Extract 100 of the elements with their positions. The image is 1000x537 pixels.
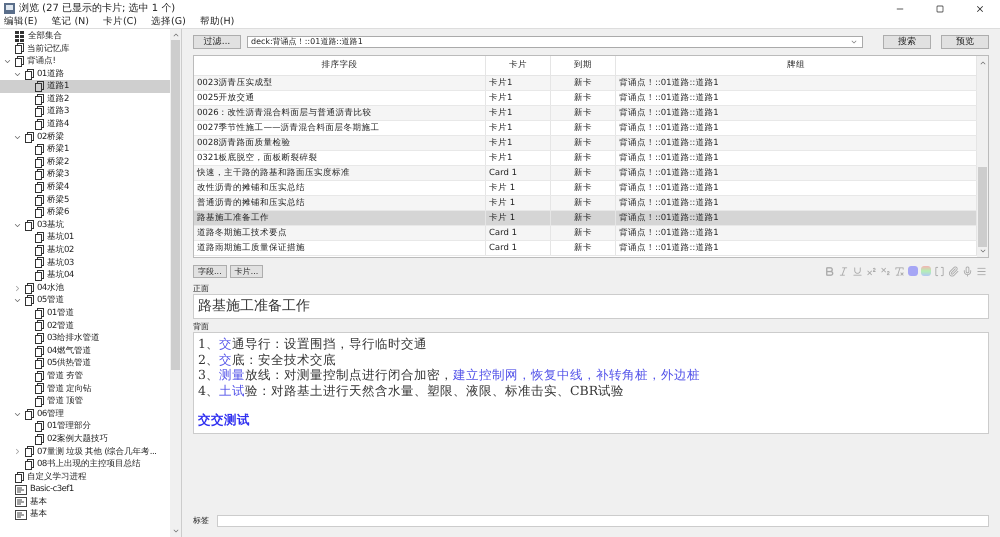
tree-item[interactable]: 基本: [0, 508, 170, 522]
tree-item[interactable]: 基坑01: [0, 232, 170, 244]
tree-item[interactable]: 03基坑: [0, 218, 170, 232]
front-field[interactable]: 路基施工准备工作: [193, 294, 989, 319]
tree-item[interactable]: 03给排水管道: [0, 332, 170, 345]
filter-button[interactable]: 过滤...: [193, 34, 241, 48]
table-cell: 卡片1: [486, 91, 551, 105]
tree-item[interactable]: Basic-c3ef1: [0, 483, 170, 496]
scrollbar[interactable]: [170, 29, 181, 537]
tree-item[interactable]: 管道 顶管: [0, 395, 170, 408]
menu-item[interactable]: 选择(G): [151, 15, 186, 30]
tree-item[interactable]: 08书上出现的主控项目总结: [0, 458, 170, 471]
tree-item[interactable]: 管道 定向钻: [0, 382, 170, 396]
underline-icon[interactable]: [852, 266, 863, 276]
tree-item[interactable]: 02案例大题技巧: [0, 433, 170, 446]
tree-item[interactable]: 道路2: [0, 92, 170, 106]
cards-button[interactable]: 卡片...: [230, 264, 264, 278]
table-row[interactable]: 普通沥青的摊铺和压实总结 卡片 1 新卡 背诵点！::01道路::道路1: [194, 196, 977, 211]
menu-item[interactable]: 笔记 (N): [51, 15, 89, 30]
preview-button[interactable]: 预览: [941, 34, 989, 48]
italic-icon[interactable]: [838, 266, 849, 276]
table-row[interactable]: 0027季节性施工——沥青混合料面层冬期施工 卡片1 新卡 背诵点！::01道路::道路1: [194, 121, 977, 136]
back-field[interactable]: 1、交通导行：设置围挡，导行临时交通 2、交底：安全技术交底 3、测量放线：对测量控制点进行闭合加密，建立控制网，恢复中线，补转角桩，外边桩 4、土试验：对路基土进行天然含水量、塑限、液限、标准击实、CBR试验 交交测试: [193, 332, 989, 434]
menu-item[interactable]: 编辑(E): [4, 15, 38, 30]
superscript-icon[interactable]: [866, 266, 877, 276]
tree-item[interactable]: 道路3: [0, 106, 170, 118]
scroll-up-icon[interactable]: [172, 31, 180, 39]
table-row[interactable]: 0026：改性沥青混合料面层与普通沥青比较 卡片1 新卡 背诵点！::01道路::道路1: [194, 106, 977, 121]
tree-item[interactable]: 07量测 垃圾 其他 (综合几年考...: [0, 446, 170, 458]
highlight-color-icon[interactable]: [921, 266, 931, 276]
bold-icon[interactable]: [824, 266, 835, 276]
table-row[interactable]: 0025开放交通 卡片1 新卡 背诵点！::01道路::道路1: [194, 91, 977, 106]
tree-item[interactable]: 05供热管道: [0, 357, 170, 370]
window-title: 浏览 (27 已显示的卡片; 选中 1 个): [19, 2, 176, 16]
tree-item[interactable]: 管道 夯管: [0, 370, 170, 383]
scroll-down-icon[interactable]: [978, 247, 986, 255]
table-cell: 新卡: [551, 226, 616, 240]
collection-icon: [15, 30, 25, 42]
scrollbar-thumb[interactable]: [978, 167, 987, 247]
table-row[interactable]: 快速，主干路的路基和路面压实度标准 Card 1 新卡 背诵点！::01道路::道路1: [194, 166, 977, 181]
table-row[interactable]: 0028沥青路面质量检验 卡片1 新卡 背诵点！::01道路::道路1: [194, 136, 977, 151]
table-row[interactable]: 道路冬期施工技术要点 Card 1 新卡 背诵点！::01道路::道路1: [194, 226, 977, 241]
tree-item[interactable]: 背诵点!: [0, 55, 170, 68]
tree-item[interactable]: 04水池: [0, 282, 170, 294]
paperclip-icon[interactable]: [948, 266, 959, 276]
table-row[interactable]: 道路雨期施工质量保证措施 Card 1 新卡 背诵点！::01道路::道路1: [194, 241, 977, 256]
deck-icon: [35, 370, 44, 382]
tree-item[interactable]: 基坑03: [0, 256, 170, 270]
deck-icon: [35, 118, 44, 130]
menu-item[interactable]: 帮助(H): [200, 15, 234, 30]
subscript-icon[interactable]: [880, 266, 891, 276]
tree-item[interactable]: 桥梁6: [0, 206, 170, 219]
deck-icon: [25, 68, 34, 80]
search-field[interactable]: deck:背诵点！::01道路::道路1: [247, 36, 863, 48]
column-header[interactable]: 到期: [551, 56, 616, 75]
tree-item[interactable]: 全部集合: [0, 30, 170, 43]
tree-item[interactable]: 当前记忆库: [0, 42, 170, 56]
table-row[interactable]: 0023沥青压实成型 卡片1 新卡 背诵点！::01道路::道路1: [194, 76, 977, 91]
tree-item[interactable]: 桥梁5: [0, 194, 170, 206]
tree-item[interactable]: 基本: [0, 496, 170, 509]
menu-icon[interactable]: [976, 266, 987, 276]
scrollbar[interactable]: [977, 56, 988, 257]
tree-item[interactable]: 道路4: [0, 118, 170, 131]
brackets-icon[interactable]: [934, 266, 945, 276]
tree-item[interactable]: 04燃气管道: [0, 344, 170, 358]
tree-item[interactable]: 06管理: [0, 408, 170, 420]
table-row[interactable]: 改性沥青的摊铺和压实总结 卡片 1 新卡 背诵点！::01道路::道路1: [194, 181, 977, 196]
table-row[interactable]: 0321板底脱空，面板断裂碎裂 卡片1 新卡 背诵点！::01道路::道路1: [194, 151, 977, 166]
deck-icon: [35, 383, 44, 394]
search-button[interactable]: 搜索: [883, 34, 931, 48]
note-type-icon: [15, 497, 27, 508]
scrollbar-thumb[interactable]: [171, 40, 180, 370]
tree-item[interactable]: 01管道: [0, 307, 170, 320]
clear-format-icon[interactable]: [894, 266, 905, 276]
tree-item[interactable]: 基坑04: [0, 269, 170, 282]
tree-item[interactable]: 01管理部分: [0, 420, 170, 433]
tree-item[interactable]: 桥梁2: [0, 156, 170, 169]
fields-button[interactable]: 字段...: [193, 264, 227, 278]
tree-item[interactable]: 自定义学习进程: [0, 470, 170, 484]
table-cell: 快速，主干路的路基和路面压实度标准: [194, 166, 486, 180]
scroll-down-icon[interactable]: [172, 527, 180, 535]
app-icon: [4, 3, 15, 14]
tree-item[interactable]: 05管道: [0, 294, 170, 308]
tree-item[interactable]: 01道路: [0, 68, 170, 80]
scroll-up-icon[interactable]: [978, 59, 986, 67]
column-header[interactable]: 卡片: [486, 56, 551, 75]
column-header[interactable]: 排序字段: [194, 56, 486, 75]
tags-field[interactable]: [217, 515, 989, 527]
tree-item[interactable]: 桥梁1: [0, 143, 170, 156]
tree-item[interactable]: 桥梁3: [0, 168, 170, 182]
tree-item[interactable]: 桥梁4: [0, 181, 170, 194]
microphone-icon[interactable]: [962, 266, 973, 276]
tree-item[interactable]: 道路1: [0, 80, 170, 93]
text-color-icon[interactable]: [908, 266, 918, 276]
tree-item[interactable]: 基坑02: [0, 244, 170, 257]
field-label: 背面: [193, 322, 210, 332]
menu-item[interactable]: 卡片(C): [102, 15, 138, 30]
tree-item[interactable]: 02管道: [0, 320, 170, 332]
table-row[interactable]: 路基施工准备工作 卡片 1 新卡 背诵点！::01道路::道路1: [194, 211, 977, 226]
tree-item[interactable]: 02桥梁: [0, 130, 170, 144]
